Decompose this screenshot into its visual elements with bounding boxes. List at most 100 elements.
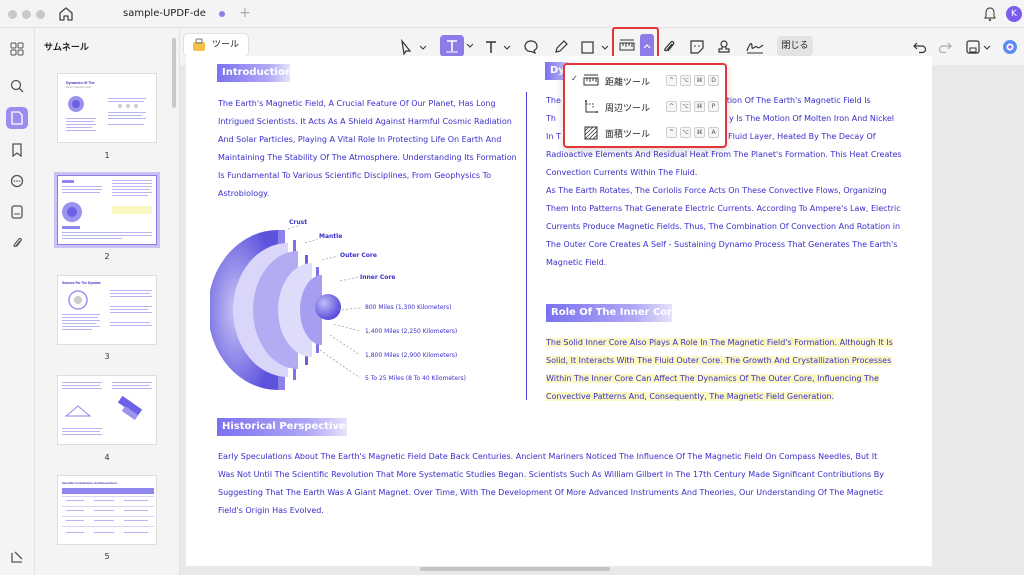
menu-item-area-tool[interactable]: 面積ツール ^ ⌥ ⌘ A <box>565 121 725 145</box>
layers-icon[interactable] <box>6 546 28 568</box>
minimize-window-dot[interactable] <box>22 10 31 19</box>
save-menu-button[interactable] <box>964 36 994 58</box>
thumbnail-page-1[interactable]: Dynamics Of The Earth's Magnetic Field <box>57 73 157 143</box>
menu-item-label: 距離ツール <box>605 78 651 88</box>
thumbnail-page-4[interactable] <box>57 375 157 445</box>
tools-button-label: ツール <box>212 40 240 50</box>
ai-assistant-icon[interactable] <box>1001 36 1019 58</box>
select-tool-button[interactable] <box>398 36 428 58</box>
shortcut-key: ⌥ <box>680 75 691 86</box>
attachment-icon[interactable] <box>6 232 28 254</box>
text-line: The Outer Core Creates A Self - Sustaini… <box>546 240 898 249</box>
historical-heading: Historical Perspectives <box>217 418 352 436</box>
menu-item-label: 周辺ツール <box>605 104 651 114</box>
text-line: Them Into Patterns That Generate Electri… <box>546 204 901 213</box>
bookmark-icon[interactable] <box>6 139 28 161</box>
text-line: Intrigued Scientists. It Acts As A Shiel… <box>218 117 512 126</box>
thumbnail-number-2: 2 <box>104 252 110 261</box>
svg-text:Dynamics Of The: Dynamics Of The <box>66 81 95 85</box>
svg-text:Scientific Contributions And R: Scientific Contributions And Researchers <box>62 481 118 485</box>
diagram-distance-2: 1,400 Miles (2,250 Kilometers) <box>365 328 458 335</box>
text-line: Maintaining The Stability Of The Atmosph… <box>218 153 517 162</box>
form-icon[interactable] <box>6 201 28 223</box>
text-line: Was Not Until The Scientific Revolution … <box>218 470 884 479</box>
attach-file-tool-button[interactable] <box>659 36 679 58</box>
shortcut-key: ⌥ <box>680 127 691 138</box>
thumbnail-page-2[interactable] <box>54 172 160 248</box>
area-hatch-icon <box>584 126 598 140</box>
stamp-tool-button[interactable] <box>714 36 734 58</box>
app-window: sample-UPDF-de + K サムネール Dynamics Of The… <box>0 0 1024 575</box>
text-line: Field's Origin Has Evolved. <box>218 506 324 515</box>
apps-grid-icon[interactable] <box>6 38 28 60</box>
avatar[interactable]: K <box>1006 6 1022 22</box>
comment-icon[interactable] <box>6 170 28 192</box>
text-line: Suggesting That The Earth Was A Giant Ma… <box>218 488 884 497</box>
column-divider <box>526 92 527 400</box>
text-line: Is Fundamental To Various Scientific Dis… <box>218 171 492 180</box>
text-line: Convection Currents Within The Fluid. <box>546 168 698 177</box>
shortcut-key: ^ <box>666 127 677 138</box>
text-line: Early Speculations About The Earth's Mag… <box>218 452 878 461</box>
text-line: Magnetic Field. <box>546 258 607 267</box>
text-line: And Solar Particles, Playing A Vital Rol… <box>218 135 502 144</box>
diagram-distance-1: 800 Miles (1,300 Kilometers) <box>365 304 452 311</box>
measure-tools-menu: ✓ 距離ツール ^ ⌥ ⌘ D 周辺ツール ^ ⌥ ⌘ P 面積ツール ^ ⌥ … <box>563 63 727 148</box>
thumbnail-number-5: 5 <box>104 552 110 561</box>
diagram-label-inner-core: Inner Core <box>360 274 396 281</box>
new-tab-icon[interactable]: + <box>239 5 251 21</box>
thumbnail-page-3[interactable]: Sources For The Dynamo <box>57 275 157 345</box>
horizontal-scrollbar[interactable] <box>420 567 610 571</box>
comment-tool-button[interactable] <box>521 36 541 58</box>
search-icon[interactable] <box>6 75 28 97</box>
text-tool-button[interactable] <box>483 36 513 58</box>
home-icon[interactable] <box>58 6 74 22</box>
text-line: Convective Patterns And, Consequently, T… <box>546 392 835 401</box>
thumbnail-number-4: 4 <box>104 453 110 462</box>
introduction-paragraph: The Earth's Magnetic Field, A Crucial Fe… <box>218 95 518 203</box>
shortcut-key: ⌘ <box>694 127 705 138</box>
distance-ruler-icon <box>583 74 599 86</box>
shape-tool-button[interactable] <box>579 36 611 58</box>
thumbnails-scrollbar[interactable] <box>172 38 176 108</box>
text-line: The Solid Inner Core Also Plays A Role I… <box>546 338 893 347</box>
chevron-down-icon[interactable] <box>466 42 474 50</box>
close-window-dot[interactable] <box>8 10 17 19</box>
diagram-label-outer-core: Outer Core <box>340 252 377 259</box>
diagram-distance-4: 5 To 25 Miles (8 To 40 Kilometers) <box>365 375 467 382</box>
shortcut-key: ⌘ <box>694 101 705 112</box>
text-line: As The Earth Rotates, The Coriolis Force… <box>546 186 887 195</box>
pencil-tool-button[interactable] <box>551 36 571 58</box>
menu-item-distance-tool[interactable]: ✓ 距離ツール ^ ⌥ ⌘ D <box>565 69 725 93</box>
sticker-tool-button[interactable] <box>687 36 707 58</box>
signature-tool-button[interactable] <box>743 36 767 58</box>
left-rail <box>0 28 35 575</box>
menu-item-perimeter-tool[interactable]: 周辺ツール ^ ⌥ ⌘ P <box>565 95 725 119</box>
thumbnail-page-5[interactable]: Scientific Contributions And Researchers <box>57 475 157 545</box>
text-highlight-tool-button[interactable] <box>440 35 464 57</box>
shortcut-key: D <box>708 75 719 86</box>
diagram-label-crust: Crust <box>289 219 308 226</box>
text-line: Astrobiology. <box>218 189 270 198</box>
svg-text:Earth's Magnetic Field: Earth's Magnetic Field <box>66 86 91 89</box>
page-thumbnails-icon[interactable] <box>6 107 28 129</box>
unsaved-dot <box>219 11 225 17</box>
bell-icon[interactable] <box>983 6 997 22</box>
zoom-window-dot[interactable] <box>36 10 45 19</box>
document-tab[interactable]: sample-UPDF-de <box>110 0 235 28</box>
document-tab-title: sample-UPDF-de <box>123 8 206 19</box>
text-line: Currents Produce Magnetic Fields. Thus, … <box>546 222 901 231</box>
menu-item-label: 面積ツール <box>605 130 651 140</box>
undo-icon[interactable] <box>911 36 929 58</box>
inner-core-heading: Role Of The Inner Core <box>546 304 679 322</box>
inner-core-paragraph: The Solid Inner Core Also Plays A Role I… <box>546 334 896 406</box>
shortcut-key: A <box>708 127 719 138</box>
thumbnail-number-1: 1 <box>104 151 110 160</box>
title-bar: sample-UPDF-de + K <box>0 0 1024 28</box>
redo-icon[interactable] <box>936 36 954 58</box>
text-line: Solid, It Interacts With The Fluid Outer… <box>546 356 892 365</box>
toolbox-icon <box>193 38 205 51</box>
diagram-label-mantle: Mantle <box>319 233 343 240</box>
close-tool-button[interactable]: 閉じる <box>777 36 813 56</box>
introduction-heading: Introduction <box>217 64 292 82</box>
